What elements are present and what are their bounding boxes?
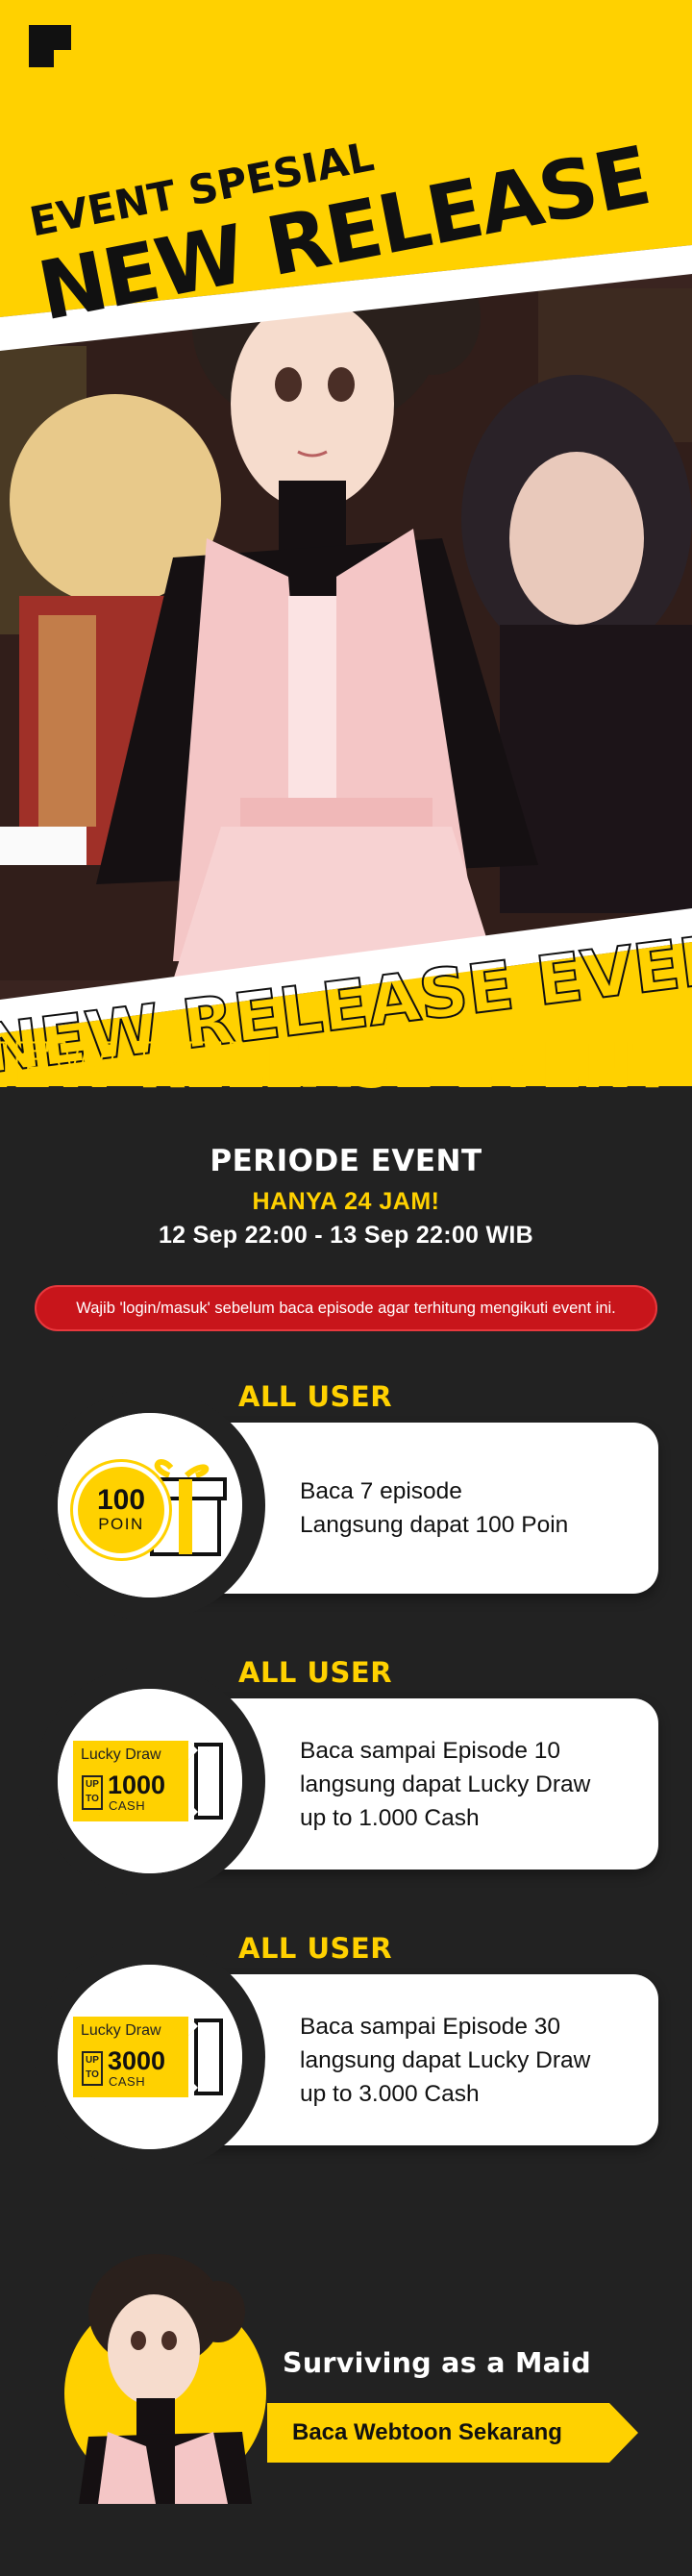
ticket-upto: UP TO (82, 2051, 103, 2086)
square-corner-logo[interactable] (29, 25, 71, 67)
reward-icon-circle: Lucky Draw UP TO 1000 CASH (35, 1666, 265, 1896)
ticket-label: Lucky Draw (81, 1746, 161, 1763)
reward-card-3: ALL USER Baca sampai Episode 30 langsung… (0, 1932, 692, 2192)
cta-section: Surviving as a Maid Baca Webtoon Sekaran… (0, 2244, 692, 2576)
ticket-amount: 3000 (108, 2046, 166, 2075)
reward-icon-circle: Lucky Draw UP TO 3000 CASH (35, 1942, 265, 2172)
reward-card-2: ALL USER Baca sampai Episode 10 langsung… (0, 1656, 692, 1916)
reward-badge: ALL USER (238, 1380, 393, 1413)
read-webtoon-button[interactable]: Baca Webtoon Sekarang (267, 2403, 638, 2463)
period-title: PERIODE EVENT (210, 1144, 482, 1178)
period-dates: 12 Sep 22:00 - 13 Sep 22:00 WIB (158, 1222, 534, 1249)
reward-line: langsung dapat Lucky Draw (300, 1771, 591, 1797)
character-avatar (64, 2254, 266, 2504)
reward-description: Baca sampai Episode 30 langsung dapat Lu… (300, 1974, 646, 2145)
reward-card-1: ALL USER Baca 7 episode Langsung dapat 1… (0, 1380, 692, 1640)
hero-illustration (0, 144, 692, 1057)
reward-line: Baca sampai Episode 10 (300, 1737, 561, 1764)
read-webtoon-label: Baca Webtoon Sekarang (292, 2419, 562, 2445)
lucky-draw-ticket-icon: Lucky Draw UP TO 3000 CASH (73, 2017, 227, 2097)
lucky-draw-ticket-icon: Lucky Draw UP TO 1000 CASH (73, 1741, 227, 1821)
reward-line: Baca 7 episode (300, 1478, 462, 1504)
webtoon-title: Surviving as a Maid (283, 2347, 591, 2379)
reward-line: up to 1.000 Cash (300, 1804, 480, 1831)
reward-badge: ALL USER (238, 1656, 393, 1689)
reward-line: langsung dapat Lucky Draw (300, 2046, 591, 2073)
ticket-unit: CASH (109, 1798, 146, 1813)
hero-banner: NEW RELEASE EVENT NEW RELEASE EVENT NEW … (0, 0, 692, 1101)
coin-unit: POIN (98, 1515, 144, 1533)
coin-gift-icon: 100 POIN (73, 1452, 227, 1558)
event-period: PERIODE EVENT HANYA 24 JAM! 12 Sep 22:00… (0, 1144, 692, 1250)
coin-amount: 100 (96, 1484, 146, 1516)
ticket-upto: UP TO (82, 1775, 103, 1810)
login-notice: Wajib 'login/masuk' sebelum baca episode… (35, 1285, 657, 1331)
reward-description: Baca 7 episode Langsung dapat 100 Poin (300, 1423, 646, 1594)
reward-badge: ALL USER (238, 1932, 393, 1965)
ticket-amount: 1000 (108, 1771, 166, 1799)
reward-description: Baca sampai Episode 10 langsung dapat Lu… (300, 1698, 646, 1870)
ticket-unit: CASH (109, 2074, 146, 2089)
period-highlight: HANYA 24 JAM! (252, 1188, 440, 1215)
reward-icon-circle: 100 POIN (35, 1390, 265, 1621)
ticket-label: Lucky Draw (81, 2022, 161, 2039)
reward-line: Langsung dapat 100 Poin (300, 1512, 569, 1538)
reward-line: Baca sampai Episode 30 (300, 2013, 561, 2040)
reward-line: up to 3.000 Cash (300, 2080, 480, 2107)
